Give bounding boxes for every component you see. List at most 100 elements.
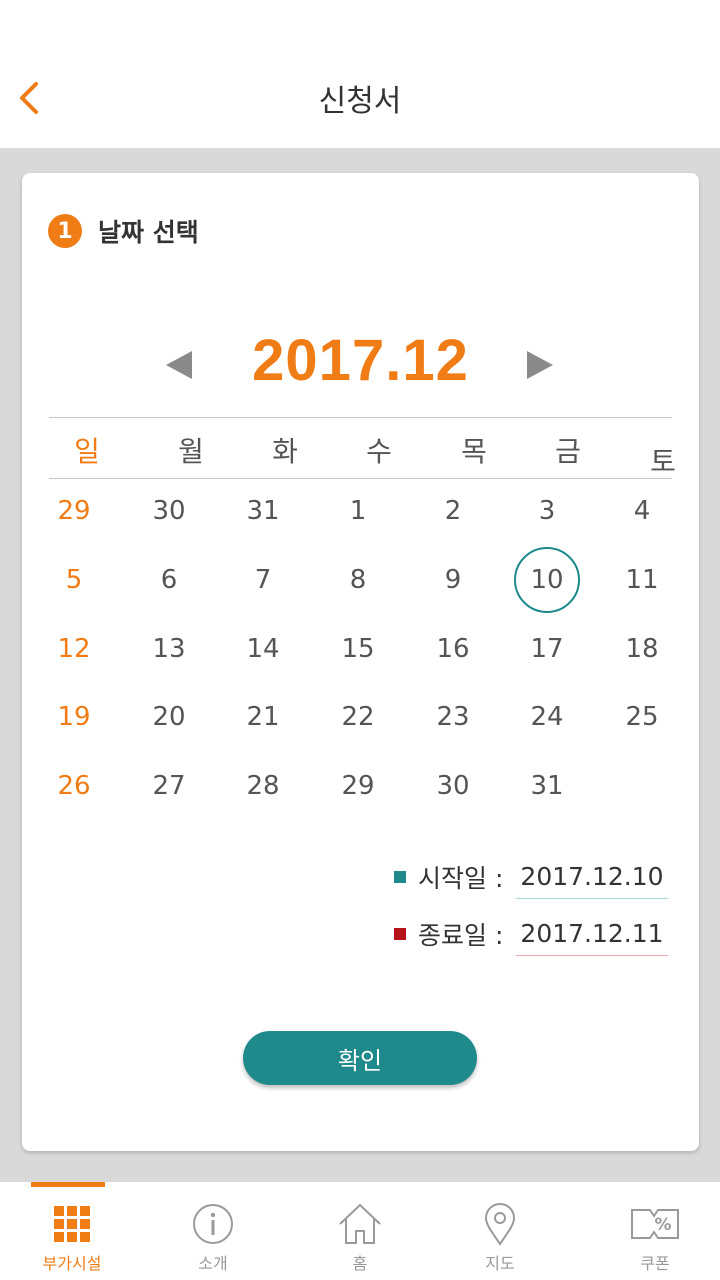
calendar-day-number: 28 xyxy=(246,771,280,802)
calendar-day[interactable]: 25 xyxy=(597,684,687,750)
grid-icon xyxy=(54,1206,90,1242)
calendar-day-number: 23 xyxy=(436,702,470,733)
start-date-label: 시작일 : xyxy=(418,864,504,893)
calendar-day[interactable]: 30 xyxy=(408,753,498,819)
tab-label: 홈 xyxy=(352,1254,368,1273)
calendar-day[interactable]: 6 xyxy=(124,547,214,613)
calendar-day[interactable]: 24 xyxy=(502,684,592,750)
calendar-day[interactable]: 31 xyxy=(502,753,592,819)
calendar-day[interactable]: 29 xyxy=(313,753,403,819)
step-number-badge: 1 xyxy=(48,214,82,248)
calendar-day-selected[interactable]: 10 xyxy=(502,546,592,613)
tab-intro[interactable]: 소개 xyxy=(141,1182,285,1280)
calendar-day-number: 26 xyxy=(57,771,91,802)
calendar-day[interactable]: 18 xyxy=(597,616,687,682)
calendar-day[interactable]: 8 xyxy=(313,547,403,613)
confirm-button[interactable]: 확인 xyxy=(243,1031,477,1085)
start-marker xyxy=(394,871,406,883)
calendar-day-number: 5 xyxy=(65,564,83,595)
month-navigation: 2017.12 xyxy=(22,321,699,401)
calendar-day[interactable]: 2 xyxy=(408,478,498,544)
calendar-day[interactable]: 12 xyxy=(29,616,119,682)
weekday-tue: 화 xyxy=(272,435,298,468)
app-header: 신청서 xyxy=(0,0,720,148)
weekday-fri: 금 xyxy=(555,435,581,468)
calendar-day[interactable]: 11 xyxy=(597,547,687,613)
weekday-mon: 월 xyxy=(178,435,204,468)
calendar-day-number: 30 xyxy=(152,496,186,526)
calendar-day[interactable]: 26 xyxy=(29,753,119,819)
calendar-day[interactable]: 20 xyxy=(124,684,214,750)
calendar-day-number: 21 xyxy=(246,702,280,733)
calendar-day[interactable]: 13 xyxy=(124,616,214,682)
coupon-icon: % xyxy=(631,1209,679,1239)
next-month-button[interactable] xyxy=(519,345,559,385)
calendar-day-number: 11 xyxy=(625,564,659,595)
calendar-day-number: 31 xyxy=(530,771,564,802)
calendar-day[interactable]: 29 xyxy=(29,478,119,544)
calendar-day[interactable]: 16 xyxy=(408,616,498,682)
calendar-day-number: 1 xyxy=(349,496,367,526)
calendar-day[interactable]: 22 xyxy=(313,684,403,750)
calendar-day-number: 2 xyxy=(444,496,462,526)
map-pin-icon xyxy=(484,1203,516,1246)
weekday-thu: 목 xyxy=(461,435,487,468)
tab-label: 쿠폰 xyxy=(640,1254,670,1273)
calendar-day-number: 16 xyxy=(436,633,470,664)
tab-facilities[interactable]: 부가시설 xyxy=(0,1182,144,1280)
weekday-sun: 일 xyxy=(74,435,100,468)
calendar-day-number: 29 xyxy=(341,771,375,802)
calendar-day[interactable]: 7 xyxy=(218,547,308,613)
date-selection-card: 1 날짜 선택 2017.12 일 월 화 수 목 금 토 29 30 31 1 2 3 4… xyxy=(22,173,699,1151)
calendar-day[interactable]: 19 xyxy=(29,684,119,750)
calendar-day[interactable]: 28 xyxy=(218,753,308,819)
calendar-day[interactable]: 9 xyxy=(408,547,498,613)
calendar-day[interactable]: 21 xyxy=(218,684,308,750)
calendar-day[interactable]: 1 xyxy=(313,478,403,544)
triangle-right-icon xyxy=(527,351,553,379)
calendar-day-number: 8 xyxy=(349,564,367,595)
weekday-sat: 토 xyxy=(650,445,676,478)
tab-home[interactable]: 홈 xyxy=(288,1182,432,1280)
calendar-day[interactable]: 15 xyxy=(313,616,403,682)
home-icon xyxy=(339,1203,381,1244)
tab-label: 부가시설 xyxy=(42,1254,102,1273)
calendar-day[interactable]: 5 xyxy=(29,547,119,613)
calendar-day-number: 30 xyxy=(436,771,470,802)
tab-label: 지도 xyxy=(485,1254,515,1273)
calendar-day-number: 10 xyxy=(514,546,580,613)
end-date-field[interactable]: 2017.12.11 xyxy=(516,912,668,956)
tab-label: 소개 xyxy=(198,1254,228,1273)
calendar-day-number: 25 xyxy=(625,702,659,733)
calendar-day-number: 6 xyxy=(160,564,178,595)
calendar-day[interactable]: 17 xyxy=(502,616,592,682)
weekday-header: 일 월 화 수 목 금 토 xyxy=(49,417,676,479)
weekday-wed: 수 xyxy=(366,435,392,468)
calendar-day-number: 15 xyxy=(341,633,375,664)
calendar-day[interactable]: 27 xyxy=(124,753,214,819)
start-date-field[interactable]: 2017.12.10 xyxy=(516,855,668,899)
active-tab-indicator xyxy=(31,1182,105,1187)
calendar-day-number: 22 xyxy=(341,702,375,733)
calendar-day-number: 19 xyxy=(57,702,91,733)
end-date-row: 종료일 : 2017.12.11 xyxy=(394,912,694,956)
calendar-day-number: 18 xyxy=(625,633,659,664)
bottom-tab-bar: 부가시설 소개 홈 지도 % 쿠폰 xyxy=(0,1182,720,1280)
calendar-day[interactable]: 31 xyxy=(218,478,308,544)
end-date-label: 종료일 : xyxy=(418,921,504,950)
calendar-day[interactable]: 30 xyxy=(124,478,214,544)
calendar-day-number: 3 xyxy=(538,496,556,526)
calendar-day-number: 9 xyxy=(444,564,462,595)
calendar-day-number: 4 xyxy=(633,496,651,526)
calendar-day-number: 14 xyxy=(246,633,280,664)
tab-map[interactable]: 지도 xyxy=(428,1182,572,1280)
calendar-day[interactable]: 3 xyxy=(502,478,592,544)
tab-coupon[interactable]: % 쿠폰 xyxy=(583,1182,720,1280)
calendar-day[interactable]: 4 xyxy=(597,478,687,544)
info-icon xyxy=(193,1204,233,1244)
calendar-day[interactable]: 14 xyxy=(218,616,308,682)
calendar-day-number: 24 xyxy=(530,702,564,733)
calendar-day[interactable]: 23 xyxy=(408,684,498,750)
start-date-row: 시작일 : 2017.12.10 xyxy=(394,855,694,899)
calendar-day-number: 27 xyxy=(152,771,186,802)
